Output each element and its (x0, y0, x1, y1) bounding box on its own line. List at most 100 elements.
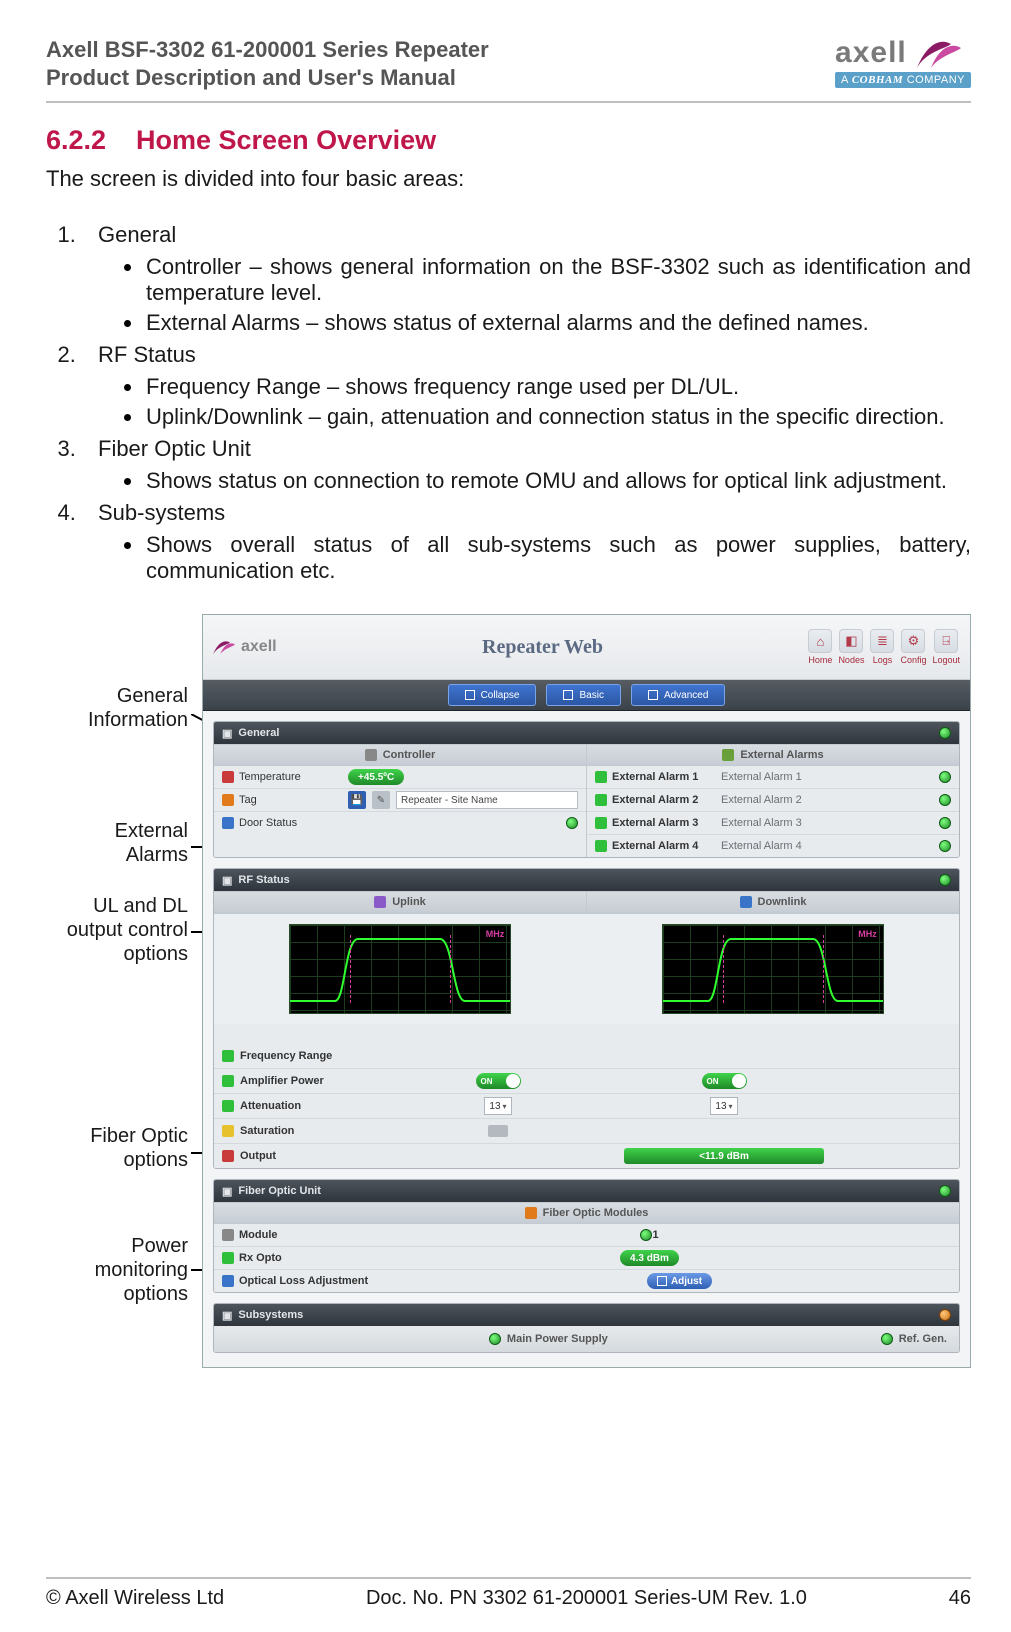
alarm-icon (595, 794, 607, 806)
list-item: External Alarms – shows status of extern… (124, 310, 971, 336)
footer-copyright: © Axell Wireless Ltd (46, 1587, 224, 1610)
status-dot-icon (939, 817, 951, 829)
collapse-button[interactable]: Collapse (448, 684, 537, 706)
adjust-icon (222, 1275, 234, 1287)
row-module: Module 1 (214, 1224, 959, 1247)
status-dot-icon (939, 794, 951, 806)
logo-word: axell (835, 36, 907, 70)
range-icon (222, 1050, 234, 1062)
amp-ul-toggle[interactable]: ON (476, 1073, 521, 1089)
fiber-icon (525, 1207, 537, 1219)
door-icon (222, 817, 234, 829)
doc-title: Axell BSF-3302 61-200001 Series Repeater… (46, 36, 489, 91)
subheader-controller: Controller (214, 744, 586, 766)
advanced-button[interactable]: Advanced (631, 684, 725, 706)
logout-icon: ⍈ (934, 629, 958, 653)
thermometer-icon (222, 771, 234, 783)
row-tag: Tag 💾 ✎ Repeater - Site Name (214, 789, 586, 812)
att-ul-select[interactable]: 13▾ (484, 1097, 511, 1115)
status-dot-icon (939, 727, 951, 739)
config-icon: ⚙ (901, 629, 925, 653)
nav-logs[interactable]: ≣Logs (870, 629, 894, 665)
rx-icon (222, 1252, 234, 1264)
app-topbar: axell Repeater Web ⌂Home ◧Nodes ≣Logs ⚙C… (203, 615, 970, 680)
square-icon (563, 690, 573, 700)
status-dot-icon (881, 1333, 893, 1345)
alarm-icon (722, 749, 734, 761)
output-icon (222, 1150, 234, 1162)
amp-dl-toggle[interactable]: ON (702, 1073, 747, 1089)
rx-badge: 4.3 dBm (620, 1250, 679, 1266)
save-button[interactable]: 💾 (348, 791, 366, 809)
panel-header[interactable]: ▣Subsystems (214, 1304, 959, 1326)
square-icon (465, 690, 475, 700)
list-item: General Controller – shows general infor… (82, 222, 971, 336)
panel-header[interactable]: ▣RF Status (214, 869, 959, 891)
alarm-icon (595, 817, 607, 829)
list-item: RF Status Frequency Range – shows freque… (82, 342, 971, 430)
list-item: Shows overall status of all sub-systems … (124, 532, 971, 584)
controller-icon (365, 749, 377, 761)
panel-header[interactable]: ▣Fiber Optic Unit (214, 1180, 959, 1202)
subsystems-row: Main Power Supply Ref. Gen. (214, 1326, 959, 1352)
edit-button[interactable]: ✎ (372, 791, 390, 809)
logo-subtitle: A COBHAM COMPANY (835, 72, 971, 88)
row-temperature: Temperature +45.5ºC (214, 766, 586, 789)
status-dot-icon (939, 874, 951, 886)
temperature-badge: +45.5ºC (348, 769, 404, 785)
nav-config[interactable]: ⚙Config (900, 629, 926, 665)
lead-paragraph: The screen is divided into four basic ar… (46, 166, 971, 192)
row-ext-alarm-4: External Alarm 4External Alarm 4 (587, 835, 959, 857)
app-screenshot: axell Repeater Web ⌂Home ◧Nodes ≣Logs ⚙C… (202, 614, 971, 1368)
basic-button[interactable]: Basic (546, 684, 620, 706)
header-rule (46, 101, 971, 103)
minus-icon: ▣ (222, 727, 232, 740)
tag-input[interactable]: Repeater - Site Name (396, 791, 578, 809)
row-frequency-range: Frequency Range (214, 1044, 959, 1069)
list-item: Sub-systems Shows overall status of all … (82, 500, 971, 584)
row-ext-alarm-2: External Alarm 2External Alarm 2 (587, 789, 959, 812)
minus-icon: ▣ (222, 1309, 232, 1322)
status-dot-icon (939, 771, 951, 783)
status-dot-icon (566, 817, 578, 829)
panel-subsystems: ▣Subsystems Main Power Supply Ref. Gen. (213, 1303, 960, 1353)
subheader-uplink: Uplink (214, 891, 587, 913)
subheader-external-alarms: External Alarms (587, 744, 959, 766)
doc-title-line2: Product Description and User's Manual (46, 64, 489, 92)
square-icon (648, 690, 658, 700)
uplink-icon (374, 896, 386, 908)
nav-nodes[interactable]: ◧Nodes (838, 629, 864, 665)
minus-icon: ▣ (222, 874, 232, 887)
subsystem-ref-gen: Ref. Gen. (881, 1333, 947, 1345)
att-dl-select[interactable]: 13▾ (710, 1097, 737, 1115)
row-rx-opto: Rx Opto 4.3 dBm (214, 1247, 959, 1270)
power-icon (222, 1075, 234, 1087)
list-item: Fiber Optic Unit Shows status on connect… (82, 436, 971, 494)
adjust-button[interactable]: Adjust (647, 1273, 712, 1289)
numbered-list: General Controller – shows general infor… (46, 222, 971, 584)
footer-docno: Doc. No. PN 3302 61-200001 Series-UM Rev… (366, 1587, 807, 1610)
square-icon (657, 1276, 667, 1286)
list-item: Frequency Range – shows frequency range … (124, 374, 971, 400)
alarm-icon (595, 771, 607, 783)
doc-title-line1: Axell BSF-3302 61-200001 Series Repeater (46, 36, 489, 64)
saturation-icon (222, 1125, 234, 1137)
axell-logo-icon (917, 38, 961, 68)
row-amplifier-power: Amplifier Power ON ON (214, 1069, 959, 1094)
panel-header[interactable]: ▣General (214, 722, 959, 744)
subheader-fiber-modules: Fiber Optic Modules (214, 1202, 959, 1224)
nav-home[interactable]: ⌂Home (808, 629, 832, 665)
app-logo: axell (213, 638, 277, 656)
row-output: Output <11.9 dBm (214, 1144, 959, 1168)
row-ext-alarm-1: External Alarm 1External Alarm 1 (587, 766, 959, 789)
row-optical-loss-adjustment: Optical Loss Adjustment Adjust (214, 1270, 959, 1292)
row-door-status: Door Status (214, 812, 586, 834)
panel-rf-status: ▣RF Status Uplink Downlink (213, 868, 960, 1169)
downlink-graph: MHz 390.0395.0 (587, 914, 960, 1024)
status-dot-icon (939, 840, 951, 852)
doc-footer: © Axell Wireless Ltd Doc. No. PN 3302 61… (46, 1577, 971, 1610)
row-attenuation: Attenuation 13▾ 13▾ (214, 1094, 959, 1119)
nav-logout[interactable]: ⍈Logout (932, 629, 960, 665)
wave-icon (290, 925, 510, 1013)
logs-icon: ≣ (870, 629, 894, 653)
